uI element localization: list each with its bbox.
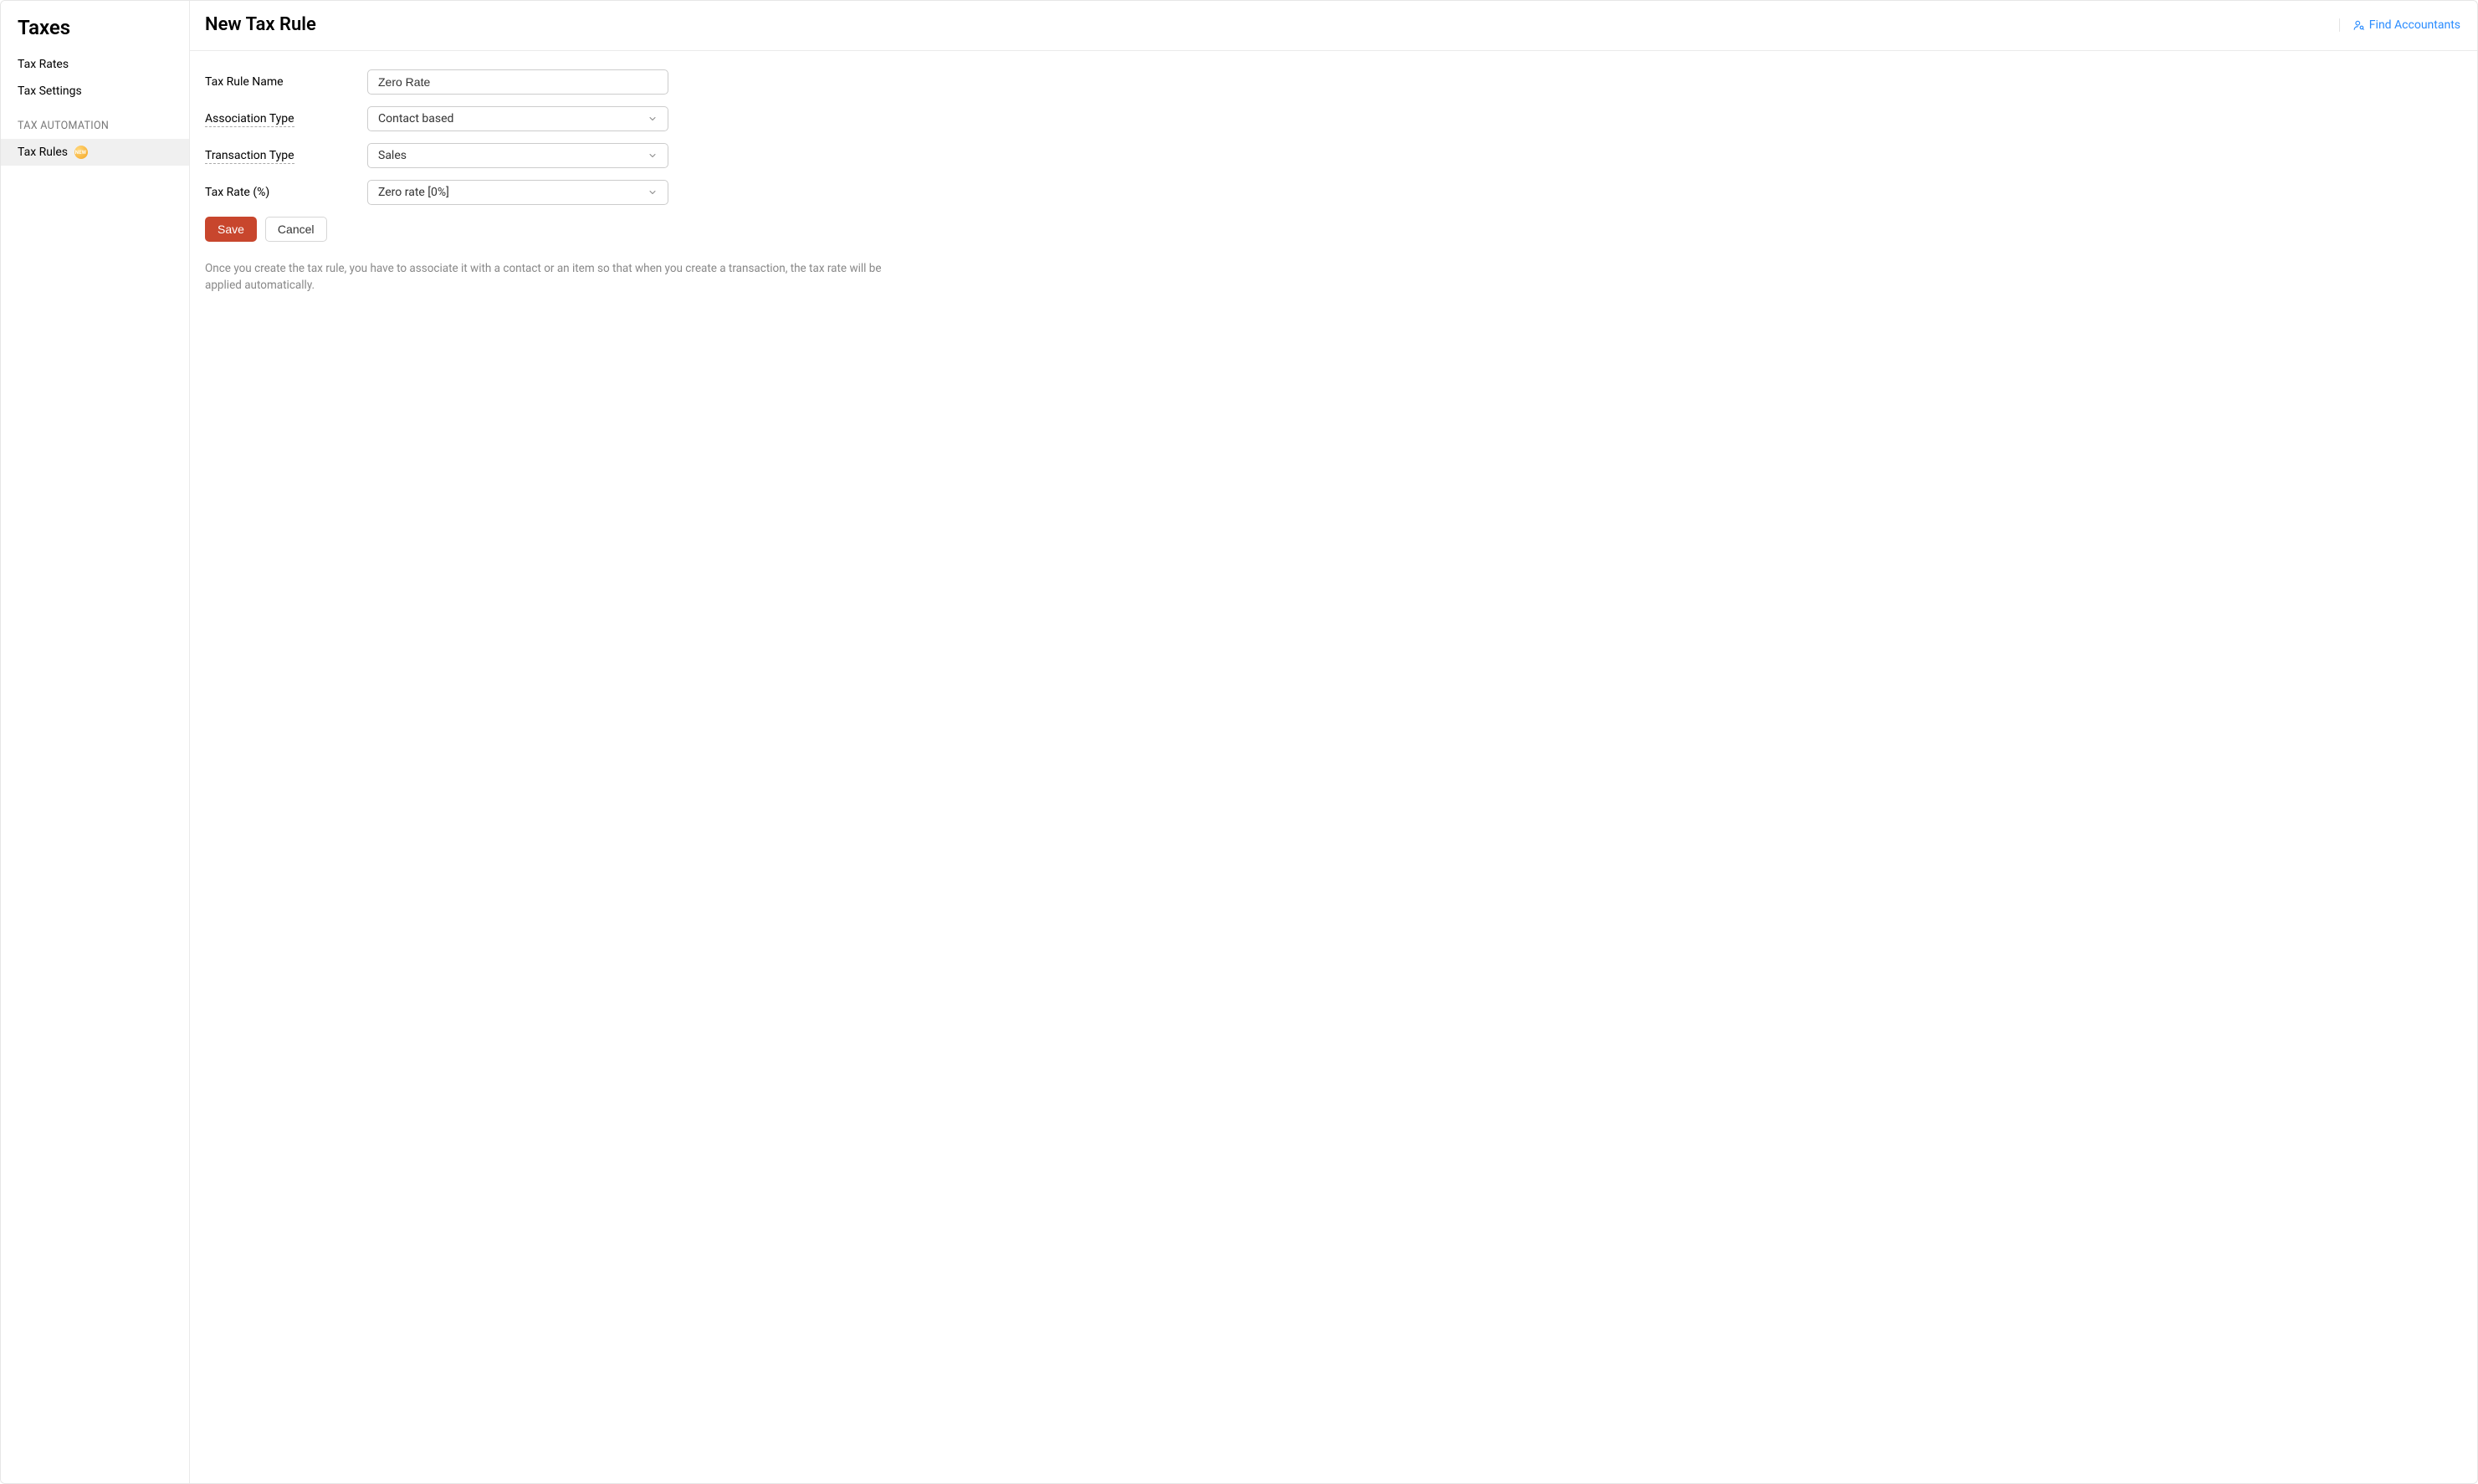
sidebar-section-header: TAX AUTOMATION — [1, 105, 189, 139]
tax-rule-name-input[interactable] — [367, 69, 668, 95]
form-row-transaction-type: Transaction Type Sales — [205, 143, 2462, 168]
label-rule-name: Tax Rule Name — [205, 75, 367, 89]
label-transaction-type: Transaction Type — [205, 149, 367, 162]
find-accountants-link[interactable]: Find Accountants — [2353, 18, 2460, 32]
label-association-type: Association Type — [205, 112, 367, 125]
sidebar-title: Taxes — [1, 1, 189, 51]
label-tax-rate: Tax Rate (%) — [205, 186, 367, 199]
cancel-button[interactable]: Cancel — [265, 217, 327, 242]
select-value: Zero rate [0%] — [378, 186, 449, 199]
sidebar-item-tax-rules[interactable]: Tax Rules NEW — [1, 139, 189, 166]
sidebar-item-tax-rates[interactable]: Tax Rates — [1, 51, 189, 78]
form-row-association-type: Association Type Contact based — [205, 106, 2462, 131]
chevron-down-icon — [648, 151, 658, 161]
chevron-down-icon — [648, 114, 658, 124]
button-row: Save Cancel — [205, 217, 2462, 242]
person-search-icon — [2353, 19, 2365, 31]
tax-rate-select[interactable]: Zero rate [0%] — [367, 180, 668, 205]
save-button[interactable]: Save — [205, 217, 257, 242]
association-type-select[interactable]: Contact based — [367, 106, 668, 131]
form-row-tax-rate: Tax Rate (%) Zero rate [0%] — [205, 180, 2462, 205]
select-value: Contact based — [378, 112, 453, 125]
sidebar-item-label: Tax Rates — [18, 58, 69, 71]
find-accountants-label: Find Accountants — [2369, 18, 2460, 32]
sidebar-item-label: Tax Rules — [18, 146, 68, 159]
main-content: New Tax Rule Find Accountants Tax Rule N… — [190, 1, 2477, 1483]
chevron-down-icon — [648, 187, 658, 197]
sidebar-item-label: Tax Settings — [18, 84, 82, 98]
new-badge-text: NEW — [75, 150, 87, 156]
header-link-wrap: Find Accountants — [2339, 18, 2460, 32]
new-badge-icon: NEW — [74, 146, 88, 159]
label-text: Transaction Type — [205, 149, 294, 164]
label-text: Tax Rate (%) — [205, 186, 269, 199]
form-area: Tax Rule Name Association Type Contact b… — [190, 51, 2477, 313]
sidebar-item-tax-settings[interactable]: Tax Settings — [1, 78, 189, 105]
sidebar: Taxes Tax Rates Tax Settings TAX AUTOMAT… — [1, 1, 190, 1483]
label-text: Tax Rule Name — [205, 75, 284, 89]
select-value: Sales — [378, 149, 407, 162]
form-row-rule-name: Tax Rule Name — [205, 69, 2462, 95]
main-header: New Tax Rule Find Accountants — [190, 1, 2477, 51]
helper-text: Once you create the tax rule, you have t… — [205, 260, 891, 294]
label-text: Association Type — [205, 112, 294, 127]
transaction-type-select[interactable]: Sales — [367, 143, 668, 168]
page-title: New Tax Rule — [205, 14, 316, 35]
